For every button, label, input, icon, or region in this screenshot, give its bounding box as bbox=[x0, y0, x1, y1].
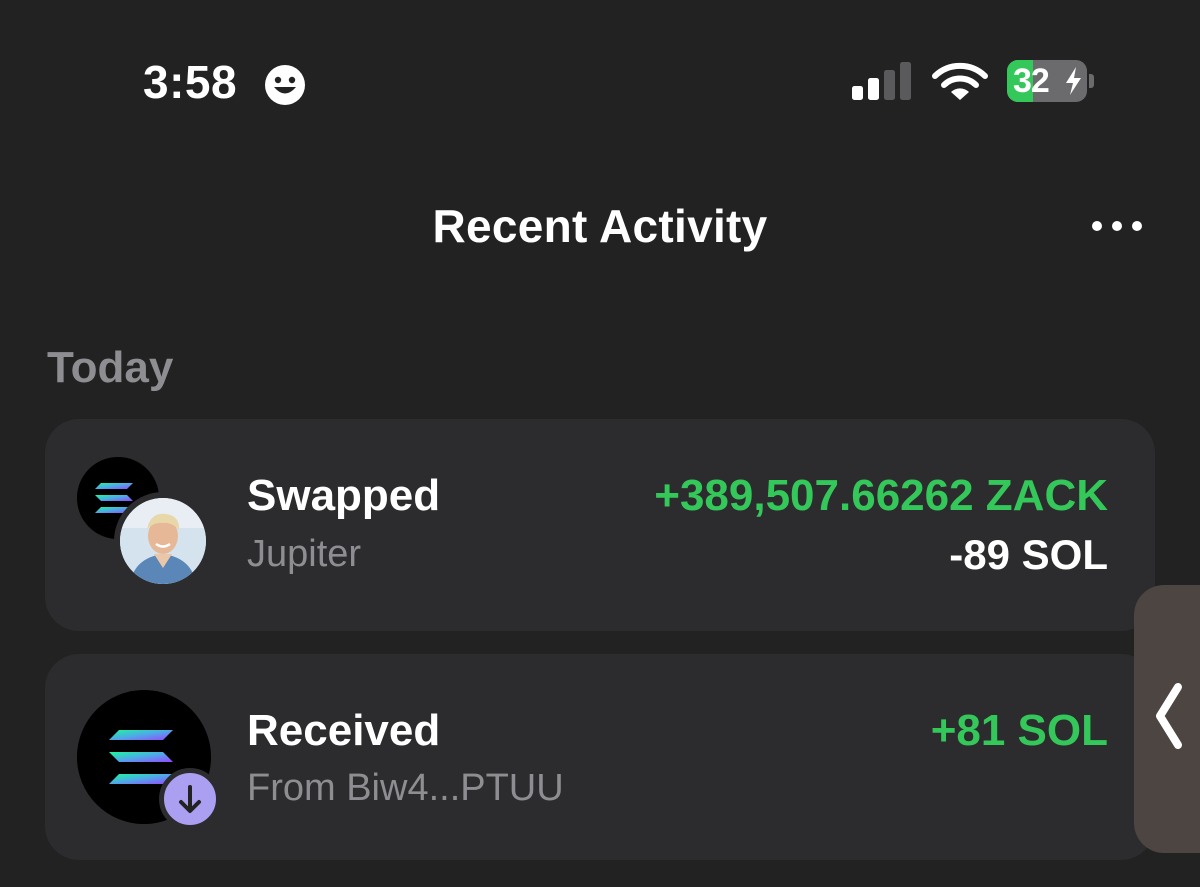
chevron-left-icon bbox=[1156, 683, 1182, 749]
charging-bolt-icon bbox=[1066, 67, 1081, 95]
battery-cap bbox=[1089, 74, 1094, 88]
amount-received: +81 SOL bbox=[930, 706, 1108, 755]
status-time: 3:58 bbox=[143, 56, 238, 108]
more-options-button[interactable] bbox=[1085, 208, 1149, 244]
activity-subtitle: Jupiter bbox=[247, 533, 362, 575]
receive-badge bbox=[159, 768, 221, 830]
smiley-face-icon bbox=[265, 65, 305, 105]
battery-indicator: 32 bbox=[1007, 60, 1087, 102]
activity-title: Received bbox=[247, 706, 441, 755]
battery-percent: 32 bbox=[1013, 62, 1050, 100]
activity-subtitle: From Biw4...PTUU bbox=[247, 767, 564, 809]
activity-screen: 3:58 32 Recent Activity Today Swapped Ju… bbox=[0, 0, 1200, 887]
amount-received: +389,507.66262 ZACK bbox=[654, 471, 1108, 520]
side-drawer-handle[interactable] bbox=[1134, 585, 1200, 853]
activity-item-received[interactable]: Received From Biw4...PTUU +81 SOL bbox=[45, 654, 1155, 860]
section-heading-today: Today bbox=[47, 343, 174, 392]
arrow-down-icon bbox=[179, 785, 201, 813]
page-title: Recent Activity bbox=[432, 200, 768, 252]
activity-item-swapped[interactable]: Swapped Jupiter +389,507.66262 ZACK -89 … bbox=[45, 419, 1155, 631]
wifi-icon bbox=[932, 62, 988, 100]
amount-sent: -89 SOL bbox=[949, 531, 1108, 578]
token-avatar-icon bbox=[114, 492, 212, 590]
activity-title: Swapped bbox=[247, 471, 441, 520]
cellular-signal-icon bbox=[852, 62, 911, 100]
